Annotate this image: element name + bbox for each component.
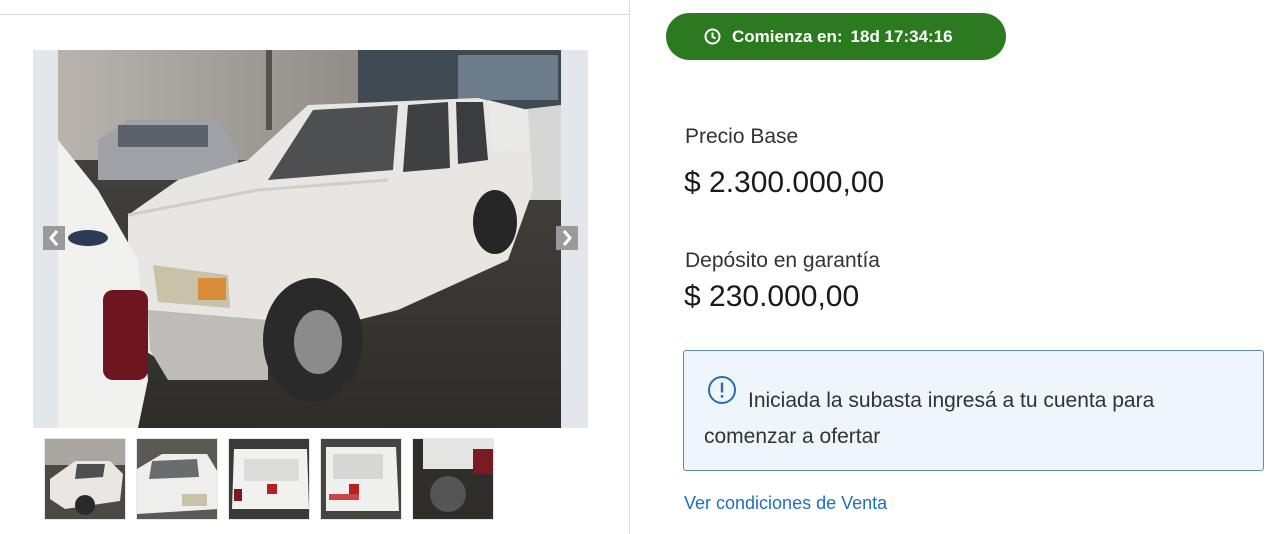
- sale-conditions-link[interactable]: Ver condiciones de Venta: [684, 493, 887, 514]
- thumbnail-2[interactable]: [136, 438, 218, 520]
- prev-image-button[interactable]: [43, 226, 65, 250]
- base-price-label: Precio Base: [685, 125, 799, 148]
- thumbnail-1[interactable]: [44, 438, 126, 520]
- deposit-value: $ 230.000,00: [684, 280, 860, 313]
- deposit-label: Depósito en garantía: [685, 249, 880, 272]
- image-gallery: [33, 50, 588, 428]
- base-price-value: $ 2.300.000,00: [684, 166, 885, 199]
- countdown-value: 18d 17:34:16: [850, 26, 953, 46]
- chevron-left-icon: [49, 230, 59, 246]
- main-photo[interactable]: [58, 50, 561, 428]
- next-image-button[interactable]: [556, 226, 578, 250]
- top-divider: [0, 14, 630, 15]
- countdown-badge: Comienza en: 18d 17:34:16: [666, 13, 1006, 60]
- thumbnail-3[interactable]: [228, 438, 310, 520]
- auction-notice: Iniciada la subasta ingresá a tu cuenta …: [683, 350, 1264, 471]
- thumbnail-4[interactable]: [320, 438, 402, 520]
- countdown-label: Comienza en:: [732, 26, 843, 46]
- column-divider: [629, 0, 630, 534]
- thumbnail-5[interactable]: [412, 438, 494, 520]
- chevron-right-icon: [562, 230, 572, 246]
- clock-icon: [704, 28, 721, 45]
- notice-text: Iniciada la subasta ingresá a tu cuenta …: [704, 389, 1155, 448]
